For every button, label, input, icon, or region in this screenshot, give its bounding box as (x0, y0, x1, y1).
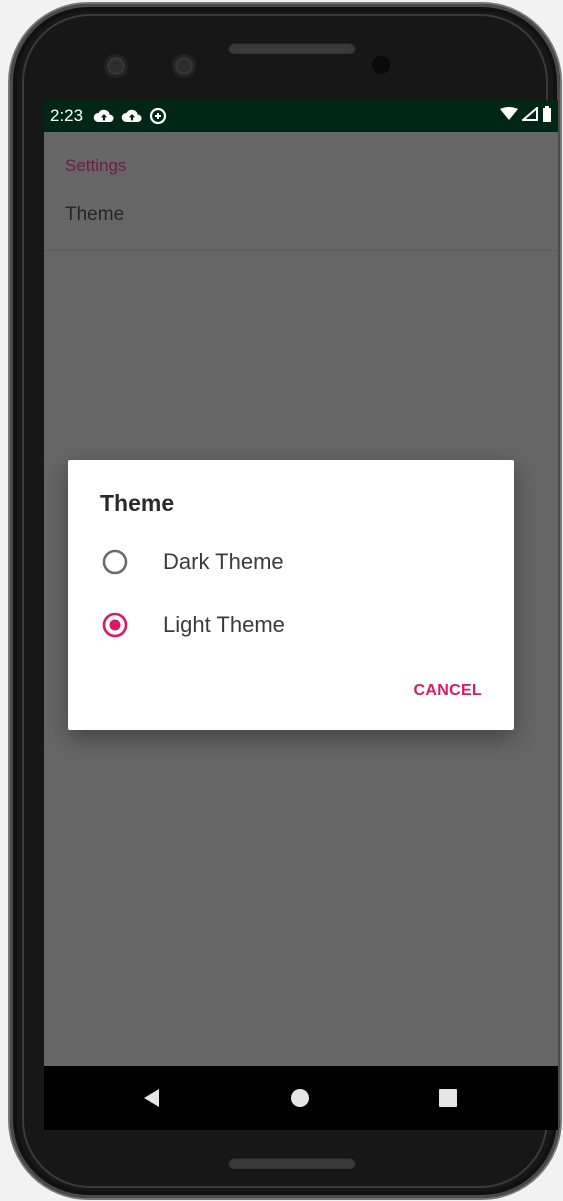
dialog-title: Theme (100, 490, 175, 516)
recents-icon[interactable] (438, 1088, 458, 1113)
signal-icon (520, 105, 538, 126)
option-label: Light Theme (163, 612, 285, 637)
option-dark-theme[interactable]: Dark Theme (100, 544, 284, 580)
front-camera-icon (172, 54, 196, 78)
wifi-icon (500, 106, 518, 126)
data-saver-icon (149, 107, 167, 125)
earpiece-speaker (228, 42, 356, 54)
bottom-speaker (228, 1157, 356, 1169)
settings-section-header: Settings (65, 156, 127, 175)
proximity-sensor (372, 56, 390, 74)
cloud-upload-icon (121, 108, 143, 124)
option-label: Dark Theme (163, 549, 284, 574)
option-light-theme[interactable]: Light Theme (100, 607, 285, 643)
cloud-upload-icon (93, 108, 115, 124)
theme-dialog: Theme Dark Theme Light Theme CANCEL (68, 460, 514, 730)
status-time: 2:23 (50, 106, 84, 125)
settings-list: Settings Theme (44, 132, 558, 251)
back-icon[interactable] (142, 1088, 162, 1113)
theme-preference[interactable]: Theme (65, 204, 124, 226)
navigation-bar (44, 1066, 558, 1130)
radio-unchecked-icon[interactable] (100, 547, 130, 577)
cancel-button[interactable]: CANCEL (414, 682, 482, 700)
battery-icon (542, 105, 552, 127)
home-icon[interactable] (290, 1088, 310, 1113)
status-right-icons (500, 100, 552, 132)
front-camera-icon (104, 54, 128, 78)
status-bar: 2:23 (44, 100, 558, 132)
radio-checked-icon[interactable] (100, 610, 130, 640)
